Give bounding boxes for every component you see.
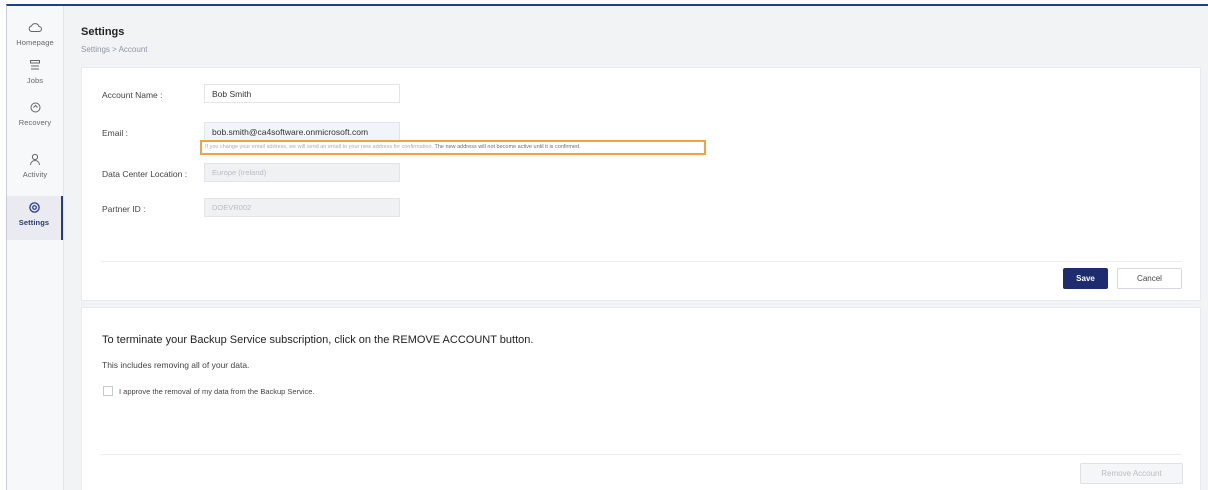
account-name-input[interactable] (204, 84, 400, 103)
email-input[interactable] (204, 122, 400, 141)
approve-removal-checkbox[interactable] (103, 386, 113, 396)
termination-title: To terminate your Backup Service subscri… (102, 334, 534, 346)
cancel-button[interactable]: Cancel (1117, 268, 1182, 289)
account-name-label: Account Name : (102, 90, 163, 100)
email-label: Email : (102, 128, 128, 138)
page-title: Settings (81, 26, 125, 38)
app-window: Homepage Jobs Recovery Activity Settings (6, 4, 1208, 490)
data-center-input (204, 163, 400, 182)
sidebar-item-label: Activity (22, 170, 48, 179)
approve-removal-label: I approve the removal of my data from th… (119, 387, 315, 396)
data-center-label: Data Center Location : (102, 169, 188, 179)
email-hint-text: If you change your email address, we wil… (205, 144, 434, 150)
activity-icon (28, 152, 42, 166)
recovery-icon (28, 100, 42, 114)
partner-id-label: Partner ID : (102, 204, 146, 214)
divider (100, 454, 1182, 455)
settings-icon (27, 200, 41, 214)
save-button[interactable]: Save (1063, 268, 1108, 289)
sidebar-item-label: Recovery (18, 118, 52, 127)
remove-account-card: To terminate your Backup Service subscri… (81, 307, 1201, 490)
cloud-icon (28, 20, 42, 34)
sidebar: Homepage Jobs Recovery Activity Settings (7, 6, 64, 490)
partner-id-input (204, 198, 400, 217)
remove-account-button[interactable]: Remove Account (1080, 463, 1183, 484)
termination-subtitle: This includes removing all of your data. (102, 360, 250, 370)
email-hint-emphasis: The new address will not become active u… (434, 144, 581, 150)
sidebar-item-jobs[interactable]: Jobs (7, 54, 63, 98)
divider (100, 261, 1182, 262)
sidebar-item-label: Settings (18, 218, 50, 227)
account-settings-card: Account Name : Email : If you change you… (81, 67, 1201, 301)
sidebar-item-settings[interactable]: Settings (7, 196, 63, 240)
sidebar-item-recovery[interactable]: Recovery (7, 96, 63, 140)
email-hint: If you change your email address, we wil… (200, 140, 706, 155)
sidebar-item-activity[interactable]: Activity (7, 148, 63, 192)
jobs-icon (28, 58, 42, 72)
sidebar-item-label: Homepage (16, 38, 54, 47)
sidebar-item-label: Jobs (26, 76, 44, 85)
breadcrumb: Settings > Account (81, 45, 148, 54)
